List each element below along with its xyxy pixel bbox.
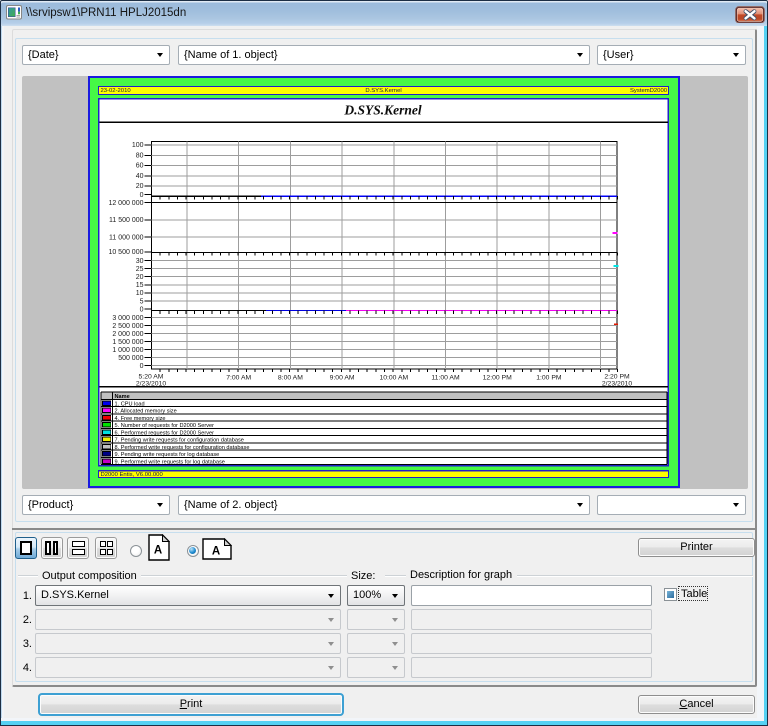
svg-text:15: 15: [136, 282, 144, 289]
svg-text:30: 30: [136, 258, 144, 265]
svg-text:2 000 000: 2 000 000: [112, 331, 143, 338]
svg-text:11:00 AM: 11:00 AM: [431, 375, 460, 382]
svg-text:A: A: [154, 545, 162, 557]
svg-text:12 000 000: 12 000 000: [108, 200, 143, 207]
svg-text:10 500 000: 10 500 000: [108, 249, 143, 256]
svg-text:10: 10: [136, 290, 144, 297]
svg-text:100: 100: [132, 142, 144, 149]
svg-text:9. Performed write requests fo: 9. Performed write requests for log data…: [115, 459, 225, 465]
svg-text:2. Allocated memory size: 2. Allocated memory size: [115, 409, 177, 415]
svg-text:9. Pending write requests for: 9. Pending write requests for log databa…: [115, 452, 220, 458]
svg-text:6. Performed requests for D200: 6. Performed requests for D2000 Server: [115, 430, 215, 436]
svg-text:5: 5: [140, 298, 144, 305]
svg-text:500 000: 500 000: [118, 355, 143, 362]
svg-text:4. Free memory size: 4. Free memory size: [115, 416, 166, 422]
svg-text:3 000 000: 3 000 000: [112, 315, 143, 322]
svg-text:8:00 AM: 8:00 AM: [278, 375, 303, 382]
svg-text:9:00 AM: 9:00 AM: [330, 375, 355, 382]
svg-text:1:00 PM: 1:00 PM: [536, 375, 562, 382]
svg-text:1 500 000: 1 500 000: [112, 339, 143, 346]
svg-text:11 500 000: 11 500 000: [109, 217, 144, 224]
svg-text:20: 20: [136, 183, 144, 190]
svg-text:7. Pending write requests for: 7. Pending write requests for configurat…: [115, 438, 244, 444]
svg-text:5:20 AM: 5:20 AM: [139, 374, 164, 381]
svg-text:12:00 PM: 12:00 PM: [483, 375, 512, 382]
svg-text:60: 60: [136, 163, 144, 170]
svg-text:D.SYS.Kernel: D.SYS.Kernel: [343, 103, 422, 118]
svg-text:25: 25: [136, 266, 144, 273]
svg-text:10:00 AM: 10:00 AM: [379, 375, 408, 382]
svg-text:7:00 AM: 7:00 AM: [226, 375, 251, 382]
svg-text:0: 0: [140, 192, 144, 199]
svg-text:5. Number of requests for D200: 5. Number of requests for D2000 Server: [115, 423, 215, 429]
svg-text:2:20 PM: 2:20 PM: [604, 374, 630, 381]
svg-text:1. CPU load: 1. CPU load: [115, 401, 145, 407]
svg-text:20: 20: [136, 274, 144, 281]
svg-text:80: 80: [136, 153, 144, 160]
svg-text:8. Performed write requests fo: 8. Performed write requests for configur…: [115, 445, 250, 451]
svg-text:0: 0: [140, 363, 144, 370]
svg-text:D2000 Entis, V6.00.000: D2000 Entis, V6.00.000: [101, 472, 164, 478]
svg-text:2 500 000: 2 500 000: [112, 323, 143, 330]
svg-text:1 000 000: 1 000 000: [112, 347, 143, 354]
svg-text:A: A: [212, 546, 220, 558]
svg-text:40: 40: [136, 173, 144, 180]
svg-text:11 000 000: 11 000 000: [109, 235, 144, 242]
svg-text:0: 0: [140, 306, 144, 313]
svg-text:Name: Name: [115, 394, 130, 400]
